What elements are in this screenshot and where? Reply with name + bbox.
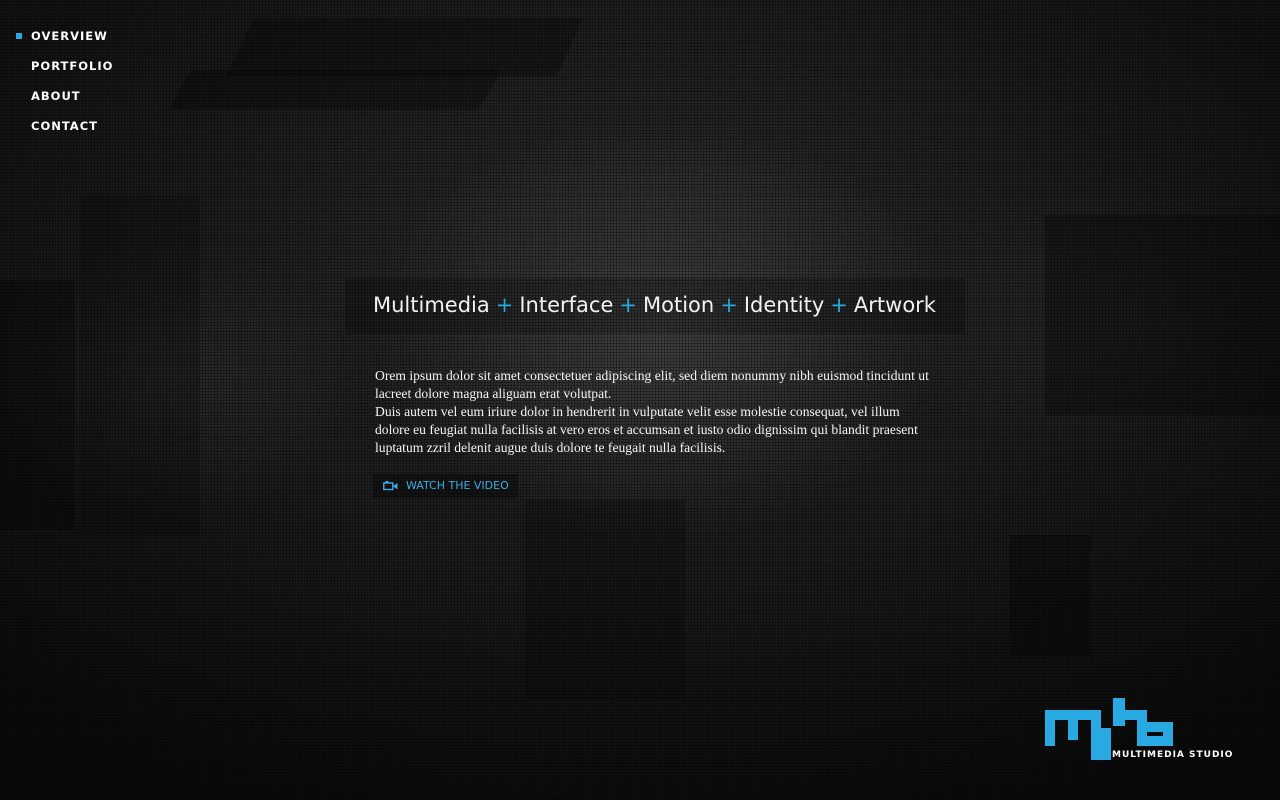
active-marker-icon — [16, 33, 22, 39]
watch-video-label: WATCH THE VIDEO — [406, 479, 509, 492]
studio-logo[interactable]: MULTIMEDIA STUDIO — [1045, 698, 1250, 764]
intro-text: Orem ipsum dolor sit amet consectetuer a… — [375, 367, 935, 457]
plus-separator: + — [830, 293, 848, 317]
nav-item-about[interactable]: ABOUT — [16, 86, 113, 116]
tagline-banner: Multimedia + Interface + Motion + Identity + Art… — [345, 278, 965, 334]
nav-item-overview[interactable]: OVERVIEW — [16, 26, 113, 56]
intro-paragraph: Duis autem vel eum iriure dolor in hendr… — [375, 404, 918, 455]
nav-item-label: CONTACT — [31, 119, 98, 133]
nav-item-portfolio[interactable]: PORTFOLIO — [16, 56, 113, 86]
nav-item-contact[interactable]: CONTACT — [16, 116, 113, 146]
tagline-word: Identity — [743, 293, 825, 317]
plus-separator: + — [495, 293, 514, 317]
tagline-word: Artwork — [853, 293, 936, 317]
tagline-word: Multimedia — [373, 293, 490, 317]
plus-separator: + — [619, 293, 637, 317]
tagline-word: Interface — [519, 293, 614, 317]
nav-item-label: OVERVIEW — [31, 29, 108, 43]
nav-item-label: PORTFOLIO — [31, 59, 114, 73]
nav-item-label: ABOUT — [31, 89, 81, 103]
intro-paragraph: Orem ipsum dolor sit amet consectetuer a… — [375, 368, 929, 401]
logo-text: MULTIMEDIA STUDIO — [1112, 750, 1234, 760]
main-nav: OVERVIEW PORTFOLIO ABOUT CONTACT — [16, 26, 113, 146]
tagline-word: Motion — [643, 293, 715, 317]
watch-video-button[interactable]: WATCH THE VIDEO — [373, 474, 518, 498]
video-camera-icon — [383, 481, 398, 491]
plus-separator: + — [720, 293, 738, 317]
